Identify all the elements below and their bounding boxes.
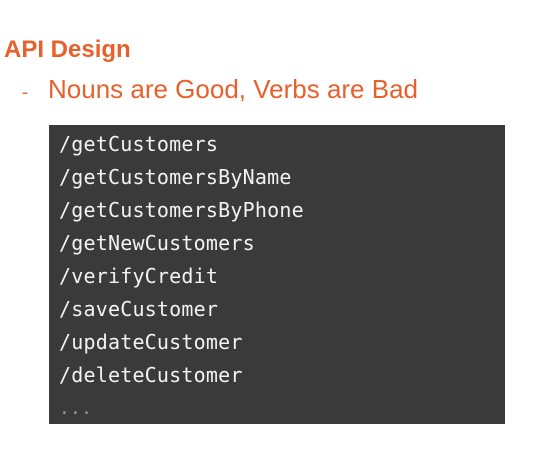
code-line: /updateCustomer	[59, 330, 243, 354]
code-line: /deleteCustomer	[59, 363, 243, 387]
code-block: /getCustomers /getCustomersByName /getCu…	[49, 125, 505, 424]
slide-title: API Design	[4, 36, 131, 63]
code-line: /saveCustomer	[59, 297, 219, 321]
bullet-item: - Nouns are Good, Verbs are Bad	[22, 73, 418, 108]
code-line: /verifyCredit	[59, 264, 219, 288]
code-line: /getCustomersByName	[59, 165, 292, 189]
bullet-marker: -	[22, 82, 28, 102]
code-ellipsis: ...	[59, 398, 93, 419]
code-line: /getCustomers	[59, 132, 219, 156]
bullet-text: Nouns are Good, Verbs are Bad	[48, 74, 419, 104]
code-line: /getCustomersByPhone	[59, 198, 304, 222]
code-line: /getNewCustomers	[59, 231, 255, 255]
